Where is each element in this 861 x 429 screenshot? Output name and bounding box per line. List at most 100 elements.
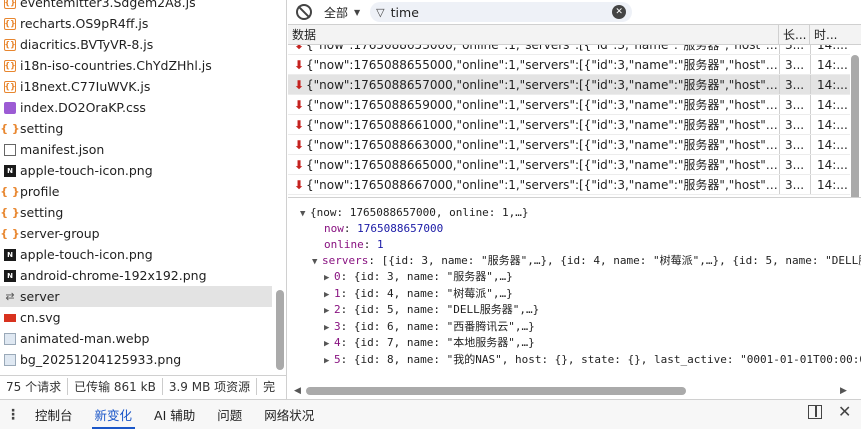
server-summary: {id: 8, name: "我的NAS", host: {}, state: …	[353, 352, 861, 366]
message-data: {"now":1765088661000,"online":1,"servers…	[306, 118, 779, 132]
column-header-length[interactable]: 长...	[779, 25, 810, 44]
drawer-tab[interactable]: 新变化	[84, 400, 144, 429]
message-data: {"now":1765088665000,"online":1,"servers…	[306, 158, 779, 172]
message-data: {"now":1765088659000,"online":1,"servers…	[306, 98, 779, 112]
request-item-name: i18n-iso-countries.ChYdZHhl.js	[20, 58, 212, 73]
request-item[interactable]: {} recharts.OS9pR4ff.js	[0, 13, 272, 34]
message-data: {"now":1765088667000,"online":1,"servers…	[306, 178, 779, 192]
tree-node-server[interactable]: ▶ 2: {id: 5, name: "DELL服务器",…}	[324, 302, 539, 318]
request-item[interactable]: ⇄ server	[0, 286, 272, 307]
message-row[interactable]: ⬇ {"now":1765088665000,"online":1,"server…	[288, 155, 850, 175]
detail-horizontal-scrollbar[interactable]	[306, 387, 686, 395]
message-length: 3...	[779, 95, 810, 114]
request-item[interactable]: cn.svg	[0, 307, 272, 328]
message-type-select[interactable]: 全部 ▼	[324, 4, 360, 21]
tree-node-online[interactable]: online: 1	[324, 237, 384, 253]
expand-triangle-icon: ▶	[324, 273, 330, 283]
messages-scrollbar[interactable]	[851, 55, 859, 197]
message-time: 14:...	[810, 135, 850, 154]
close-icon[interactable]: ✕	[838, 402, 851, 421]
filter-box[interactable]: ▽ ✕	[370, 2, 633, 22]
request-item[interactable]: index.DO2OraKP.css	[0, 97, 272, 118]
message-time: 14:...	[810, 55, 850, 74]
js-file-icon: {}	[4, 0, 16, 9]
server-index: 1	[334, 286, 341, 300]
document-icon: { }	[0, 227, 20, 240]
chevron-down-icon: ▼	[354, 7, 361, 17]
request-item[interactable]: { } server-group	[0, 223, 272, 244]
tree-node-server[interactable]: ▶ 4: {id: 7, name: "本地服务器",…}	[324, 335, 535, 351]
message-row[interactable]: ⬇ {"now":1765088663000,"online":1,"server…	[288, 135, 850, 155]
expand-triangle-icon: ▼	[312, 257, 318, 267]
column-header-data[interactable]: 数据	[288, 25, 779, 44]
request-item-name: index.DO2OraKP.css	[20, 100, 146, 115]
message-row[interactable]: ⬇ {"now":1765088657000,"online":1,"server…	[288, 75, 850, 95]
request-item[interactable]: Napple-touch-icon.png	[0, 160, 272, 181]
message-length: 3...	[779, 75, 810, 94]
now-value: 1765088657000	[357, 222, 444, 235]
clear-messages-icon[interactable]	[296, 4, 312, 20]
scroll-right-icon[interactable]: ▶	[840, 386, 847, 396]
drawer-tab[interactable]: 控制台	[24, 400, 84, 429]
request-item[interactable]: manifest.json	[0, 139, 272, 160]
document-icon: { }	[0, 206, 20, 219]
request-item[interactable]: {} eventemitter3.Sdgem2A8.js	[0, 0, 272, 13]
message-detail-tree: ▼ {now: 1765088657000, online: 1,…} now: …	[288, 199, 861, 399]
clear-filter-icon[interactable]: ✕	[612, 5, 627, 19]
message-row[interactable]: ⬇ {"now":1765088661000,"online":1,"server…	[288, 115, 850, 135]
message-row[interactable]: ⬇ {"now":1765088655000,"online":1,"server…	[288, 55, 850, 75]
request-list-panel: {} eventemitter3.Sdgem2A8.js {} recharts.OS…	[0, 0, 287, 399]
message-row[interactable]: ⬇ {"now":1765088659000,"online":1,"server…	[288, 95, 850, 115]
request-item[interactable]: {} diacritics.BVTyVR-8.js	[0, 34, 272, 55]
request-item[interactable]: bg_20251204125933.png	[0, 349, 272, 370]
tree-node-server[interactable]: ▶ 0: {id: 3, name: "服务器",…}	[324, 269, 513, 285]
tree-node-server[interactable]: ▶ 5: {id: 8, name: "我的NAS", host: {}, sta…	[324, 352, 861, 368]
request-item[interactable]: {} i18next.C77IuWVK.js	[0, 76, 272, 97]
request-item[interactable]: { } setting	[0, 202, 272, 223]
server-summary: {id: 5, name: "DELL服务器",…}	[353, 303, 540, 316]
scroll-left-icon[interactable]: ◀	[294, 386, 301, 396]
more-options-icon[interactable]: ⋮	[2, 407, 24, 423]
expand-triangle-icon: ▶	[324, 322, 330, 333]
request-item[interactable]: Nandroid-chrome-192x192.png	[0, 265, 272, 286]
picture-icon	[4, 353, 16, 366]
server-index: 3	[334, 319, 341, 333]
css-file-icon	[4, 101, 16, 114]
filter-input[interactable]	[390, 4, 591, 20]
server-index: 4	[334, 336, 341, 349]
request-item[interactable]: {} i18n-iso-countries.ChYdZHhl.js	[0, 55, 272, 76]
request-list-scrollbar[interactable]	[276, 290, 284, 370]
flag-icon	[4, 313, 16, 322]
request-item[interactable]: { } profile	[0, 181, 272, 202]
request-item-name: server	[20, 289, 60, 304]
tree-node-server[interactable]: ▶ 3: {id: 6, name: "西番腾讯云",…}	[324, 319, 535, 335]
tree-node-now[interactable]: now: 1765088657000	[324, 221, 443, 237]
column-header-time[interactable]: 时...	[810, 25, 850, 44]
drawer-tab[interactable]: 网络状况	[253, 400, 325, 429]
servers-key: servers	[322, 254, 369, 267]
tree-node-servers[interactable]: ▼ servers: [{id: 3, name: "服务器",…}, {id: …	[312, 253, 861, 269]
request-item[interactable]: Napple-touch-icon.png	[0, 244, 272, 265]
server-index: 0	[334, 270, 341, 283]
messages-filter-bar: 全部 ▼ ▽ ✕	[288, 0, 861, 25]
tree-root[interactable]: ▼ {now: 1765088657000, online: 1,…}	[300, 205, 529, 221]
received-arrow-icon: ⬇	[293, 97, 305, 112]
expand-triangle-icon: ▶	[324, 306, 330, 316]
drawer-tab[interactable]: 问题	[206, 400, 253, 429]
received-arrow-icon: ⬇	[293, 77, 305, 92]
message-row[interactable]: ⬇ {"now":1765088667000,"online":1,"server…	[288, 175, 850, 195]
server-index: 2	[334, 303, 341, 316]
dock-side-icon[interactable]	[808, 405, 822, 419]
expand-triangle-icon: ▼	[300, 209, 306, 219]
request-item[interactable]: { } setting	[0, 118, 272, 139]
request-item[interactable]: animated-man.webp	[0, 328, 272, 349]
servers-summary: [{id: 3, name: "服务器",…}, {id: 4, name: "…	[381, 254, 861, 267]
message-time: 14:...	[810, 155, 850, 174]
received-arrow-icon: ⬇	[293, 117, 305, 132]
drawer-tab[interactable]: AI 辅助	[143, 400, 206, 429]
received-arrow-icon: ⬇	[293, 157, 305, 172]
server-summary: {id: 4, name: "树莓派",…}	[353, 286, 513, 300]
tree-node-server[interactable]: ▶ 1: {id: 4, name: "树莓派",…}	[324, 286, 513, 302]
request-item-name: cn.svg	[20, 310, 61, 325]
message-data: {"now":1765088663000,"online":1,"servers…	[306, 138, 779, 152]
